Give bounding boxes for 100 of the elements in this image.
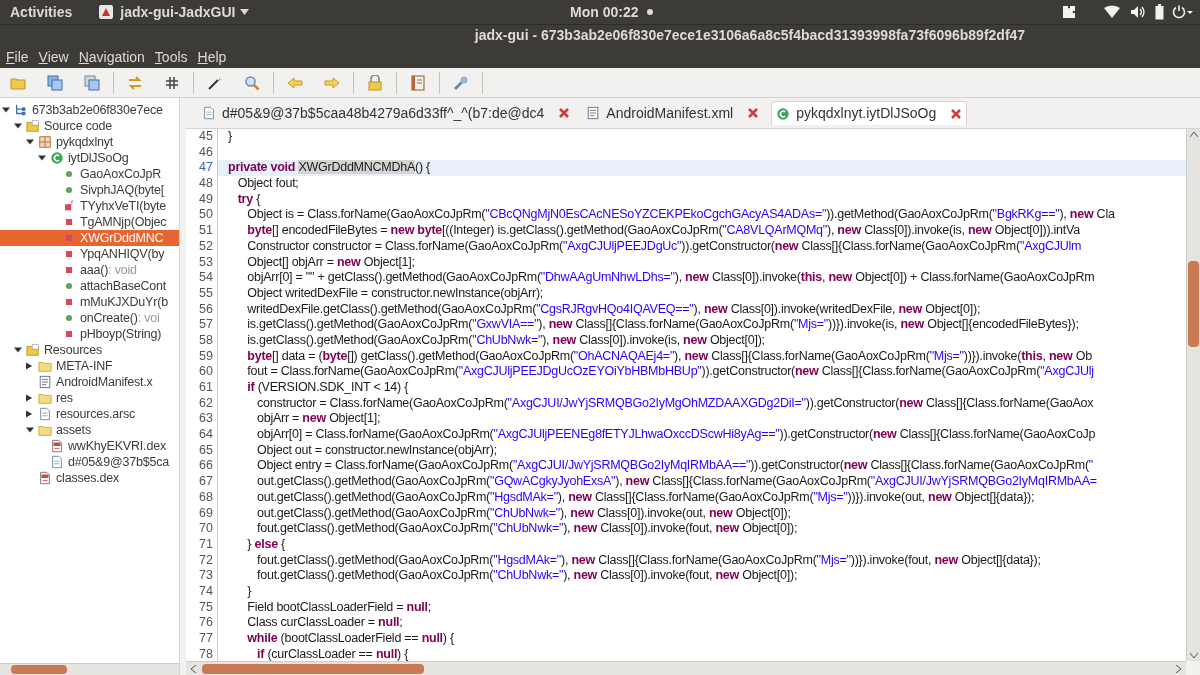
line-number: 75 [186, 599, 218, 616]
package-icon [38, 135, 52, 149]
line-number: 46 [186, 144, 218, 161]
horizontal-scrollbar[interactable] [186, 661, 1186, 675]
wrench-icon[interactable] [453, 74, 469, 91]
open-folder-icon [26, 119, 40, 133]
close-icon[interactable] [950, 107, 963, 120]
tree-item[interactable]: SivphJAQ(byte[ [80, 182, 165, 198]
line-number: 67 [186, 474, 218, 490]
app-menu-label[interactable]: jadx-gui-JadxGUI [120, 1, 236, 23]
scroll-up-icon[interactable] [1189, 131, 1198, 137]
code-line: Object is = Class.forName(GaoAoxCoJpRm("CBcQNgMjN0EsCAcNESoYZCEKPEkoCgchGAcyAS4ADAs=")).getMethod(GaoAoxCoJpRm("BgkRKg=="), new Cla [246, 207, 1115, 222]
menu-item[interactable]: File [4, 46, 31, 68]
menu-item[interactable]: Navigation [76, 46, 147, 68]
line-number: 54 [186, 270, 218, 286]
code-line: fout.getClass().getMethod(GaoAoxCoJpRm("ChUbNwk="), new Class[0]).invoke(fout, new Object[0]); [256, 568, 798, 583]
grid-icon[interactable] [164, 74, 180, 91]
scroll-thumb[interactable] [1188, 261, 1199, 347]
tree-item[interactable]: Resources [44, 342, 102, 358]
tree-icon [14, 103, 28, 117]
line-number: 50 [186, 207, 218, 224]
caret-icon [240, 9, 250, 15]
line-number: 59 [186, 348, 218, 365]
tree-item[interactable]: AndroidManifest.x [56, 374, 153, 390]
tree-item[interactable]: classes.dex [56, 470, 120, 486]
menu-item[interactable]: Tools [152, 46, 190, 68]
close-icon[interactable] [747, 107, 760, 119]
tree-item[interactable]: META-INF [56, 358, 113, 374]
expanded-arrow-icon[interactable] [38, 154, 46, 162]
static-method-icon [62, 199, 76, 213]
tree-item[interactable]: TgAMNjp(Objec [80, 214, 167, 230]
lock-icon[interactable] [367, 74, 383, 91]
scroll-thumb[interactable] [11, 665, 67, 674]
tab[interactable]: AndroidManifest.xml [582, 101, 764, 125]
expanded-arrow-icon[interactable] [26, 138, 34, 146]
line-number: 61 [186, 380, 218, 396]
scroll-down-icon[interactable] [1189, 653, 1198, 659]
close-icon[interactable] [558, 107, 571, 119]
collapsed-arrow-icon[interactable] [26, 394, 33, 402]
expanded-arrow-icon[interactable] [14, 122, 22, 130]
code-line: objArr[0] = Class.forName(GaoAoxCoJpRm("AxgCJUljPEENEg8fETYJLhwaOxccDScwHi8yAg==")).getConstructor(new Class[]{Class.forName(GaoAoxCoJp [256, 427, 1096, 442]
tree-item[interactable]: iytDlJSoOg [68, 150, 129, 166]
line-number: 65 [186, 442, 218, 459]
dex-file-icon [38, 471, 52, 485]
tab[interactable]: pykqdxlnyt.iytDlJSoOg [771, 101, 968, 125]
tree-item[interactable]: YpqANHIQV(by [80, 246, 165, 262]
tree-item[interactable]: attachBaseCont [80, 278, 167, 294]
menu-item[interactable]: View [36, 46, 71, 68]
clock[interactable]: Mon 00:22 [570, 1, 639, 23]
document-icon [38, 407, 52, 421]
folder-icon [38, 359, 52, 373]
collapsed-arrow-icon[interactable] [26, 362, 33, 370]
line-number: 66 [186, 458, 218, 475]
volume-icon[interactable] [1130, 5, 1146, 19]
tree-item[interactable]: resources.arsc [56, 406, 136, 422]
tree-item[interactable]: 673b3ab2e06f830e7ece [32, 102, 163, 118]
vertical-scrollbar[interactable] [1186, 129, 1200, 661]
return-type: : voi [137, 310, 160, 326]
tree-item[interactable]: pykqdxlnyt [56, 134, 114, 150]
tab-label: AndroidManifest.xml [606, 103, 734, 123]
tree-item[interactable]: Source code [44, 118, 112, 134]
power-icon[interactable] [1172, 5, 1194, 19]
battery-icon[interactable] [1155, 4, 1164, 20]
tree-item[interactable]: pHboyp(String) [80, 326, 162, 342]
expanded-arrow-icon[interactable] [26, 426, 34, 434]
code-line: out.getClass().getMethod(GaoAoxCoJpRm("ChUbNwk="), new Class[0]).invoke(out, new Object[0]); [256, 505, 791, 520]
tab[interactable]: d#05&9@37b$5caa48b4279a6d33ff^_^(b7:de@dc4 [198, 101, 575, 125]
book-icon[interactable] [410, 74, 426, 91]
window-title: jadx-gui - 673b3ab2e06f830e7ece1e3106a6a8c5f4bacd31393998fa73f6096b89f2df47 [473, 26, 1026, 45]
tree-item[interactable]: wwKhyEKVRI.dex [68, 438, 166, 454]
activities-button[interactable]: Activities [0, 1, 83, 23]
expanded-arrow-icon[interactable] [2, 106, 10, 114]
class-icon [50, 151, 64, 165]
folder-icon [38, 423, 52, 437]
expanded-arrow-icon[interactable] [14, 346, 22, 354]
collapsed-arrow-icon[interactable] [26, 410, 33, 418]
search-icon[interactable] [244, 74, 260, 91]
save-all-icon[interactable] [84, 74, 100, 91]
scroll-left-icon[interactable] [190, 664, 196, 673]
tree-item[interactable]: GaoAoxCoJpR [80, 166, 162, 182]
tree-item[interactable]: assets [56, 422, 91, 438]
scroll-right-icon[interactable] [1176, 664, 1182, 673]
code-line: byte[] encodedFileBytes = new byte[((Integer) is.getClass().getMethod(GaoAoxCoJpRm("CA8VLQArMQMq"), new Class[0]).invoke(is, new Object[0])).intVa [246, 223, 1080, 238]
menu-item[interactable]: Help [195, 46, 229, 68]
document-icon [50, 455, 64, 469]
code-line: Object entry = Class.forName(GaoAoxCoJpRm("AxgCJUI/JwYjSRMQBGo2IyMqIRMbAA==")).getConstructor(new Class[]{Class.forName(GaoAoxCoJpRm(" [256, 458, 1093, 473]
code-line: private void XWGrDddMNCMDhA() { [228, 160, 431, 175]
scroll-thumb[interactable] [202, 663, 424, 674]
code-line: Class curClassLoader = null; [246, 615, 403, 630]
horizontal-scrollbar[interactable] [0, 663, 179, 675]
save-icon[interactable] [47, 74, 63, 91]
wifi-icon[interactable] [1104, 5, 1120, 19]
tree-item[interactable]: mMuKJXDuYr(b [80, 294, 168, 310]
code-line: Object writedDexFile = constructor.newInstance(objArr); [246, 285, 544, 300]
puzzle-icon[interactable] [1060, 3, 1078, 21]
code-line: Constructor constructor = Class.forName(GaoAoxCoJpRm("AxgCJUljPEEJDgUc")).getConstructor(new Class[]{Class.forName(GaoAoxCoJpRm("AxgCJUlm [246, 238, 1082, 253]
tree-item[interactable]: res [56, 390, 73, 406]
tree-item[interactable]: onCreate() [80, 310, 138, 326]
tree-item[interactable]: TYyhxVeTI(byte [80, 198, 167, 214]
tree-item[interactable]: d#05&9@37b$5ca [68, 454, 169, 470]
